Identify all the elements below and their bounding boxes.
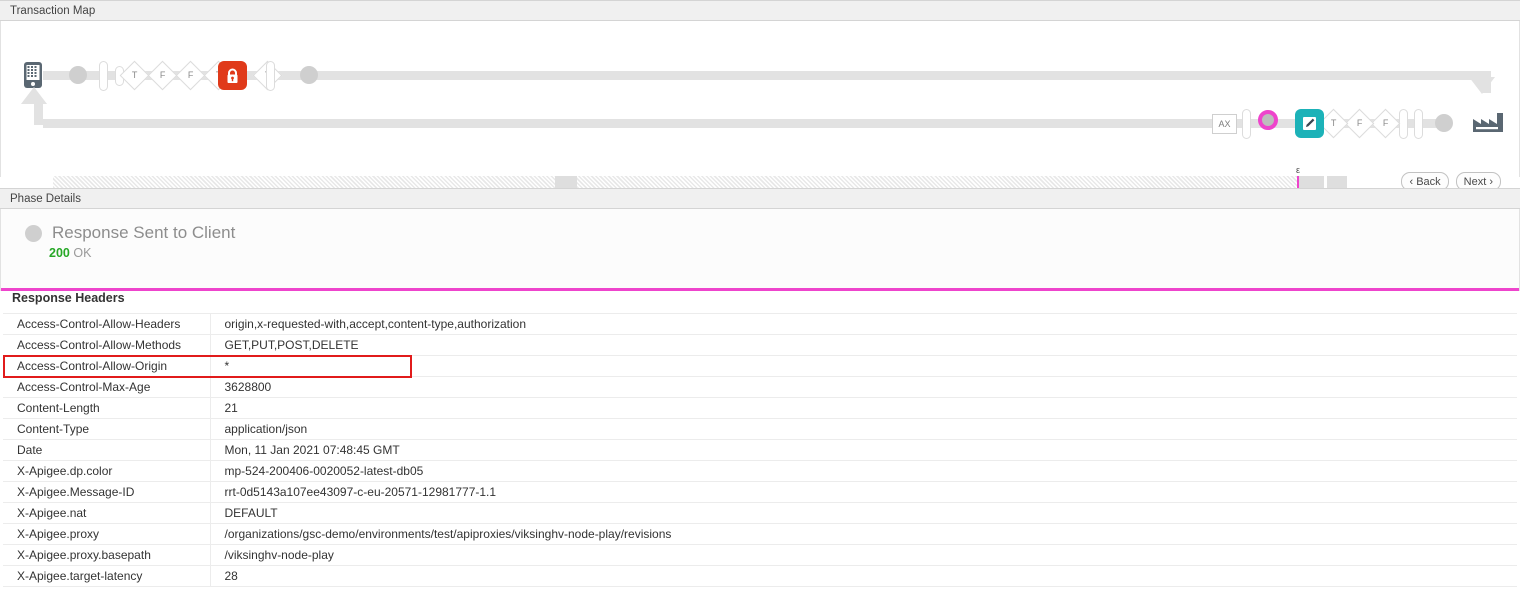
table-row[interactable]: X-Apigee.proxy/organizations/gsc-demo/en… bbox=[3, 524, 1517, 545]
table-row[interactable]: X-Apigee.dp.colormp-524-200406-0020052-l… bbox=[3, 461, 1517, 482]
condition-label: F bbox=[188, 71, 194, 80]
condition-label: T bbox=[132, 71, 138, 80]
transaction-map-header: Transaction Map bbox=[0, 0, 1520, 21]
table-row[interactable]: X-Apigee.Message-IDrrt-0d5143a107ee43097… bbox=[3, 482, 1517, 503]
table-row[interactable]: X-Apigee.proxy.basepath/viksinghv-node-p… bbox=[3, 545, 1517, 566]
header-value-cell: application/json bbox=[210, 419, 1517, 440]
response-headers-section: Response Headers Access-Control-Allow-He… bbox=[0, 273, 1520, 587]
header-value-cell: Mon, 11 Jan 2021 07:48:45 GMT bbox=[210, 440, 1517, 461]
condition-label: F bbox=[160, 71, 166, 80]
header-name-cell: X-Apigee.dp.color bbox=[3, 461, 210, 482]
transaction-map-canvas: T F F T T F F bbox=[0, 21, 1520, 177]
header-value-cell: 3628800 bbox=[210, 377, 1517, 398]
target-preflow-bar[interactable] bbox=[1399, 109, 1408, 139]
table-row[interactable]: Access-Control-Allow-MethodsGET,PUT,POST… bbox=[3, 335, 1517, 356]
postflow-bar[interactable] bbox=[266, 61, 275, 91]
transaction-map-panel: Transaction Map T bbox=[0, 0, 1520, 177]
header-name-cell: Date bbox=[3, 440, 210, 461]
table-row[interactable]: Content-Typeapplication/json bbox=[3, 419, 1517, 440]
analytics-node-label: AX bbox=[1218, 119, 1230, 129]
table-row[interactable]: X-Apigee.natDEFAULT bbox=[3, 503, 1517, 524]
header-name-cell: Content-Length bbox=[3, 398, 210, 419]
lock-icon bbox=[225, 68, 240, 84]
header-value-cell: /organizations/gsc-demo/environments/tes… bbox=[210, 524, 1517, 545]
timeline-segment-solid bbox=[1327, 176, 1347, 188]
response-flow-arrow-up-icon bbox=[21, 87, 47, 104]
header-value-cell: GET,PUT,POST,DELETE bbox=[210, 335, 1517, 356]
timeline-marker-label: ε bbox=[1296, 165, 1300, 175]
transaction-map-title: Transaction Map bbox=[10, 5, 95, 17]
status-code: 200 bbox=[49, 246, 70, 260]
header-value-cell: * bbox=[210, 356, 1517, 377]
pencil-icon bbox=[1302, 116, 1317, 131]
response-target-node[interactable] bbox=[1435, 114, 1453, 132]
header-value-cell: /viksinghv-node-play bbox=[210, 545, 1517, 566]
phase-status: 200 OK bbox=[1, 246, 1519, 260]
phase-details-header: Phase Details bbox=[0, 188, 1520, 209]
table-row[interactable]: Access-Control-Allow-Origin* bbox=[3, 356, 1517, 377]
target-postflow-bar[interactable] bbox=[1414, 109, 1423, 139]
header-name-cell: Content-Type bbox=[3, 419, 210, 440]
timeline-segment-hatch bbox=[577, 176, 1297, 188]
header-value-cell: rrt-0d5143a107ee43097-c-eu-20571-1298177… bbox=[210, 482, 1517, 503]
table-row[interactable]: DateMon, 11 Jan 2021 07:48:45 GMT bbox=[3, 440, 1517, 461]
table-row[interactable]: Access-Control-Allow-Headersorigin,x-req… bbox=[3, 314, 1517, 335]
request-start-node[interactable] bbox=[69, 66, 87, 84]
phase-name: Response Sent to Client bbox=[52, 223, 235, 243]
header-name-cell: Access-Control-Allow-Headers bbox=[3, 314, 210, 335]
header-name-cell: X-Apigee.proxy.basepath bbox=[3, 545, 210, 566]
header-name-cell: X-Apigee.target-latency bbox=[3, 566, 210, 587]
condition-node-t1[interactable]: T bbox=[120, 61, 150, 91]
status-reason: OK bbox=[73, 246, 91, 260]
timeline-segment-hatch bbox=[53, 176, 555, 188]
header-value-cell: 21 bbox=[210, 398, 1517, 419]
header-name-cell: Access-Control-Max-Age bbox=[3, 377, 210, 398]
condition-node-f1[interactable]: F bbox=[148, 61, 178, 91]
phase-status-bullet-icon bbox=[25, 225, 42, 242]
table-row[interactable]: Access-Control-Max-Age3628800 bbox=[3, 377, 1517, 398]
request-end-node[interactable] bbox=[300, 66, 318, 84]
header-name-cell: Access-Control-Allow-Methods bbox=[3, 335, 210, 356]
header-value-cell: origin,x-requested-with,accept,content-t… bbox=[210, 314, 1517, 335]
condition-label: F bbox=[1357, 119, 1363, 128]
header-name-cell: X-Apigee.nat bbox=[3, 503, 210, 524]
response-headers-table: Access-Control-Allow-Headersorigin,x-req… bbox=[3, 313, 1517, 587]
header-value-cell: DEFAULT bbox=[210, 503, 1517, 524]
phase-details-title: Phase Details bbox=[10, 193, 81, 205]
assign-message-policy-node[interactable] bbox=[1295, 109, 1324, 138]
condition-label: F bbox=[1383, 119, 1389, 128]
header-name-cell: X-Apigee.proxy bbox=[3, 524, 210, 545]
factory-icon bbox=[1473, 111, 1503, 136]
condition-label: T bbox=[1331, 119, 1337, 128]
header-value-cell: mp-524-200406-0020052-latest-db05 bbox=[210, 461, 1517, 482]
timeline-segment-solid bbox=[555, 176, 577, 188]
oauth-policy-node[interactable] bbox=[218, 61, 247, 90]
header-name-cell: X-Apigee.Message-ID bbox=[3, 482, 210, 503]
proxy-endpoint-flow-bar[interactable] bbox=[99, 61, 108, 91]
transaction-timeline[interactable]: ε bbox=[53, 176, 1347, 188]
response-flow-elbow-v bbox=[34, 103, 43, 125]
response-condition-f1[interactable]: F bbox=[1345, 109, 1375, 139]
condition-node-f2[interactable]: F bbox=[176, 61, 206, 91]
response-condition-f2[interactable]: F bbox=[1371, 109, 1401, 139]
response-flow-bar[interactable] bbox=[1242, 109, 1251, 139]
timeline-segment-solid bbox=[1299, 176, 1324, 188]
request-flow-arrow-down-icon bbox=[1469, 77, 1495, 94]
table-row[interactable]: Content-Length21 bbox=[3, 398, 1517, 419]
header-value-cell: 28 bbox=[210, 566, 1517, 587]
table-row[interactable]: X-Apigee.target-latency28 bbox=[3, 566, 1517, 587]
response-headers-title: Response Headers bbox=[0, 273, 1520, 313]
header-name-cell: Access-Control-Allow-Origin bbox=[3, 356, 210, 377]
phase-title-row: Response Sent to Client bbox=[1, 209, 1519, 243]
analytics-node[interactable]: AX bbox=[1212, 114, 1237, 134]
selected-response-node[interactable] bbox=[1258, 110, 1278, 130]
